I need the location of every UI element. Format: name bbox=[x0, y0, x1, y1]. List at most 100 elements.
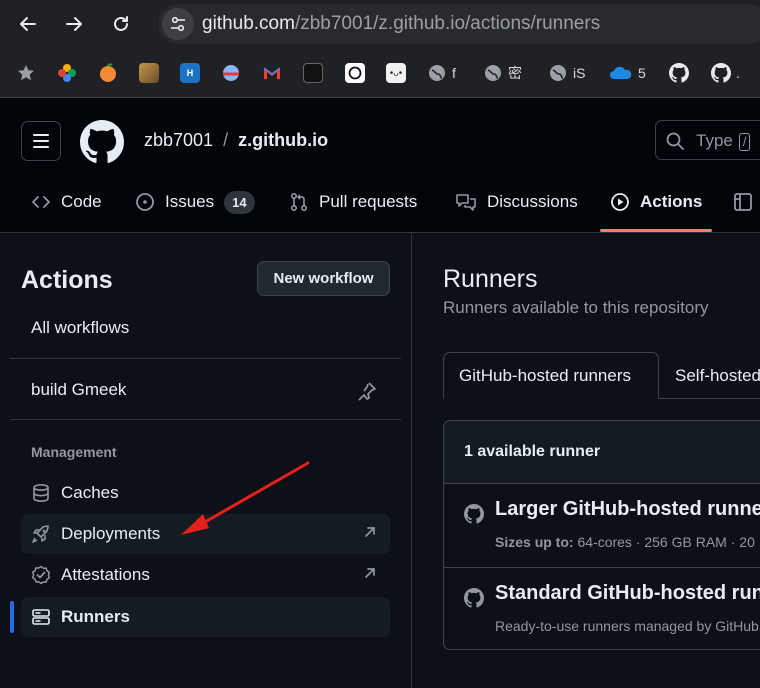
bookmark-14[interactable] bbox=[669, 62, 689, 84]
runner-title[interactable]: Standard GitHub-hosted runners bbox=[495, 582, 760, 605]
sidebar-title: Actions bbox=[21, 266, 113, 294]
sidebar-item-caches[interactable]: Caches bbox=[21, 473, 390, 513]
url-text: github.com/zbb7001/z.github.io/actions/r… bbox=[202, 13, 600, 35]
owner-link[interactable]: zbb7001 bbox=[144, 130, 213, 151]
bookmark-15[interactable]: . bbox=[711, 62, 740, 84]
tab-projects[interactable] bbox=[733, 190, 753, 214]
sidebar-item-label: build Gmeek bbox=[31, 380, 127, 399]
arrow-left-icon bbox=[20, 17, 36, 31]
runner-title[interactable]: Larger GitHub-hosted runners bbox=[495, 498, 760, 521]
photos-icon bbox=[58, 64, 76, 82]
bookmark-star[interactable] bbox=[16, 62, 36, 84]
globe-icon bbox=[550, 65, 566, 81]
tab-github-hosted-runners[interactable]: GitHub-hosted runners bbox=[443, 352, 659, 399]
tab-label: Issues bbox=[165, 192, 215, 211]
tab-code[interactable]: Code bbox=[31, 190, 102, 214]
issues-count-badge: 14 bbox=[224, 190, 255, 214]
gmail-icon bbox=[263, 67, 281, 79]
database-icon bbox=[33, 483, 49, 503]
tab-self-hosted-runners[interactable]: Self-hosted bbox=[675, 352, 760, 399]
bookmark-6[interactable] bbox=[262, 62, 282, 84]
bookmark-10[interactable]: f bbox=[427, 62, 456, 84]
arrow-right-icon bbox=[66, 17, 82, 31]
tab-pull-requests[interactable]: Pull requests bbox=[289, 190, 417, 214]
bookmark-5[interactable] bbox=[221, 62, 241, 84]
bookmark-2[interactable] bbox=[98, 62, 118, 84]
bookmark-13[interactable]: 5 bbox=[609, 62, 646, 84]
active-item-indicator bbox=[10, 601, 14, 633]
bookmark-7[interactable] bbox=[303, 62, 323, 84]
forward-button[interactable] bbox=[61, 11, 87, 37]
sidebar-item-runners[interactable]: Runners bbox=[21, 597, 390, 637]
tab-discussions[interactable]: Discussions bbox=[455, 190, 578, 214]
search-input[interactable]: Type / bbox=[655, 120, 760, 160]
bookmark-9[interactable]: •ᴗ• bbox=[386, 62, 406, 84]
bookmark-1[interactable] bbox=[57, 62, 77, 84]
discussion-icon bbox=[456, 194, 476, 211]
play-icon bbox=[611, 193, 629, 211]
bookmark-3[interactable] bbox=[139, 62, 159, 84]
sidebar-divider bbox=[10, 358, 401, 359]
bookmark-label: 5 bbox=[638, 65, 646, 81]
github-logo-link[interactable] bbox=[80, 120, 124, 169]
tune-icon bbox=[171, 16, 185, 32]
verified-icon bbox=[31, 565, 51, 585]
search-shortcut-key: / bbox=[738, 133, 751, 151]
spider-icon bbox=[303, 63, 323, 83]
hux-icon: H bbox=[180, 63, 200, 83]
back-button[interactable] bbox=[15, 11, 41, 37]
sidebar-item-deployments[interactable]: Deployments bbox=[21, 514, 390, 554]
github-mark-icon bbox=[464, 588, 484, 608]
actions-sidebar: Actions New workflow All workflows build… bbox=[0, 233, 412, 688]
project-icon bbox=[734, 193, 752, 211]
face-icon: •ᴗ• bbox=[386, 63, 406, 83]
list-item[interactable]: Standard GitHub-hosted runners Ready-to-… bbox=[444, 567, 760, 649]
tab-label: Pull requests bbox=[319, 192, 418, 211]
runners-main: Runners Runners available to this reposi… bbox=[412, 233, 760, 688]
tab-border-line bbox=[658, 398, 760, 399]
address-bar[interactable]: github.com/zbb7001/z.github.io/actions/r… bbox=[158, 4, 760, 44]
search-icon bbox=[666, 132, 684, 150]
sidebar-item-build-gmeek[interactable]: build Gmeek bbox=[21, 370, 390, 410]
repo-link[interactable]: z.github.io bbox=[238, 130, 328, 151]
sidebar-item-attestations[interactable]: Attestations bbox=[21, 555, 390, 595]
browser-toolbar: github.com/zbb7001/z.github.io/actions/r… bbox=[0, 0, 760, 48]
star-icon bbox=[18, 65, 34, 81]
page-title: Runners bbox=[443, 265, 538, 293]
reload-icon bbox=[114, 16, 128, 31]
external-link-arrow-icon bbox=[365, 527, 375, 537]
bookmark-4[interactable]: H bbox=[180, 62, 200, 84]
bookmark-11[interactable]: 密 bbox=[483, 62, 522, 84]
runner-meta-value: 64-cores · 256 GB RAM · 20 bbox=[577, 534, 755, 550]
planet-icon bbox=[223, 65, 239, 81]
tab-issues[interactable]: Issues 14 bbox=[135, 190, 255, 214]
tab-label: Code bbox=[61, 192, 102, 211]
code-icon bbox=[32, 196, 50, 208]
issue-icon bbox=[136, 193, 154, 211]
site-info-button[interactable] bbox=[162, 8, 194, 40]
bookmark-label: iS bbox=[573, 65, 586, 81]
search-placeholder-text: Type bbox=[696, 131, 733, 150]
bookmark-12[interactable]: iS bbox=[548, 62, 585, 84]
sidebar-divider bbox=[10, 419, 401, 420]
bookmark-8[interactable] bbox=[345, 62, 365, 84]
github-mark-icon bbox=[464, 504, 484, 524]
list-item[interactable]: Larger GitHub-hosted runners Sizes up to… bbox=[444, 484, 760, 567]
external-link-arrow-icon bbox=[365, 568, 375, 578]
globe-icon bbox=[485, 65, 501, 81]
onedrive-icon bbox=[610, 66, 632, 79]
pin-icon[interactable] bbox=[356, 380, 378, 402]
new-workflow-button[interactable]: New workflow bbox=[257, 261, 390, 296]
active-tab-underline bbox=[600, 229, 712, 232]
url-host: github.com bbox=[202, 13, 295, 34]
tab-actions[interactable]: Actions bbox=[610, 190, 702, 214]
repo-header: zbb7001 / z.github.io Type / Code Issues … bbox=[0, 98, 760, 233]
hamburger-line bbox=[33, 146, 49, 148]
sidebar-item-all-workflows[interactable]: All workflows bbox=[21, 308, 390, 348]
tab-label: Actions bbox=[640, 192, 703, 211]
github-logo-icon bbox=[80, 120, 124, 163]
menu-button[interactable] bbox=[21, 121, 61, 161]
reload-button[interactable] bbox=[108, 11, 134, 37]
orange-icon bbox=[100, 63, 116, 82]
bookmark-label: 密 bbox=[508, 65, 522, 81]
